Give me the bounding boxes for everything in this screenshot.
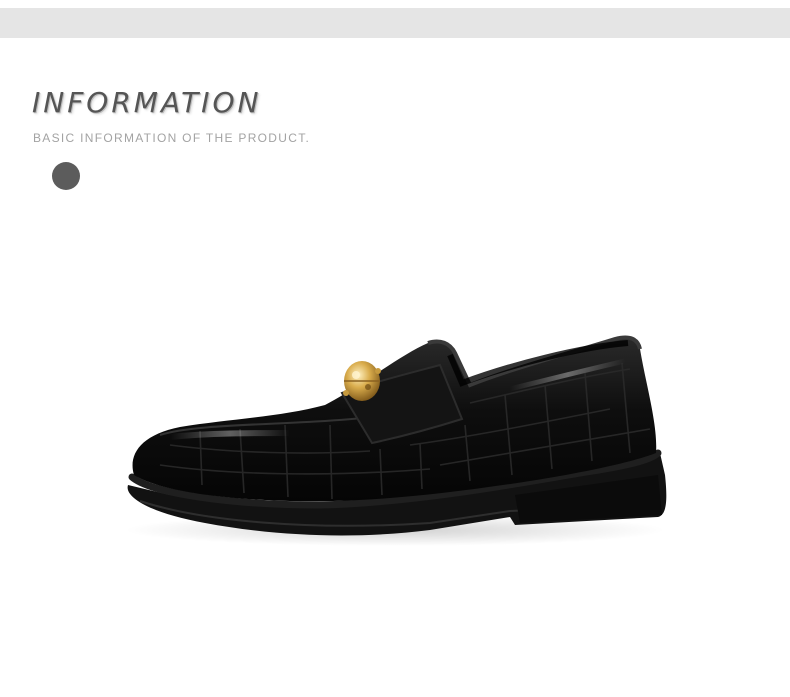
decorative-dot	[52, 162, 80, 190]
section-subtitle: BASIC INFORMATION OF THE PRODUCT.	[33, 131, 311, 145]
top-band	[0, 8, 790, 38]
section-title: INFORMATION	[32, 86, 262, 119]
product-image	[110, 325, 680, 565]
loafer-shoe-icon	[125, 335, 667, 546]
